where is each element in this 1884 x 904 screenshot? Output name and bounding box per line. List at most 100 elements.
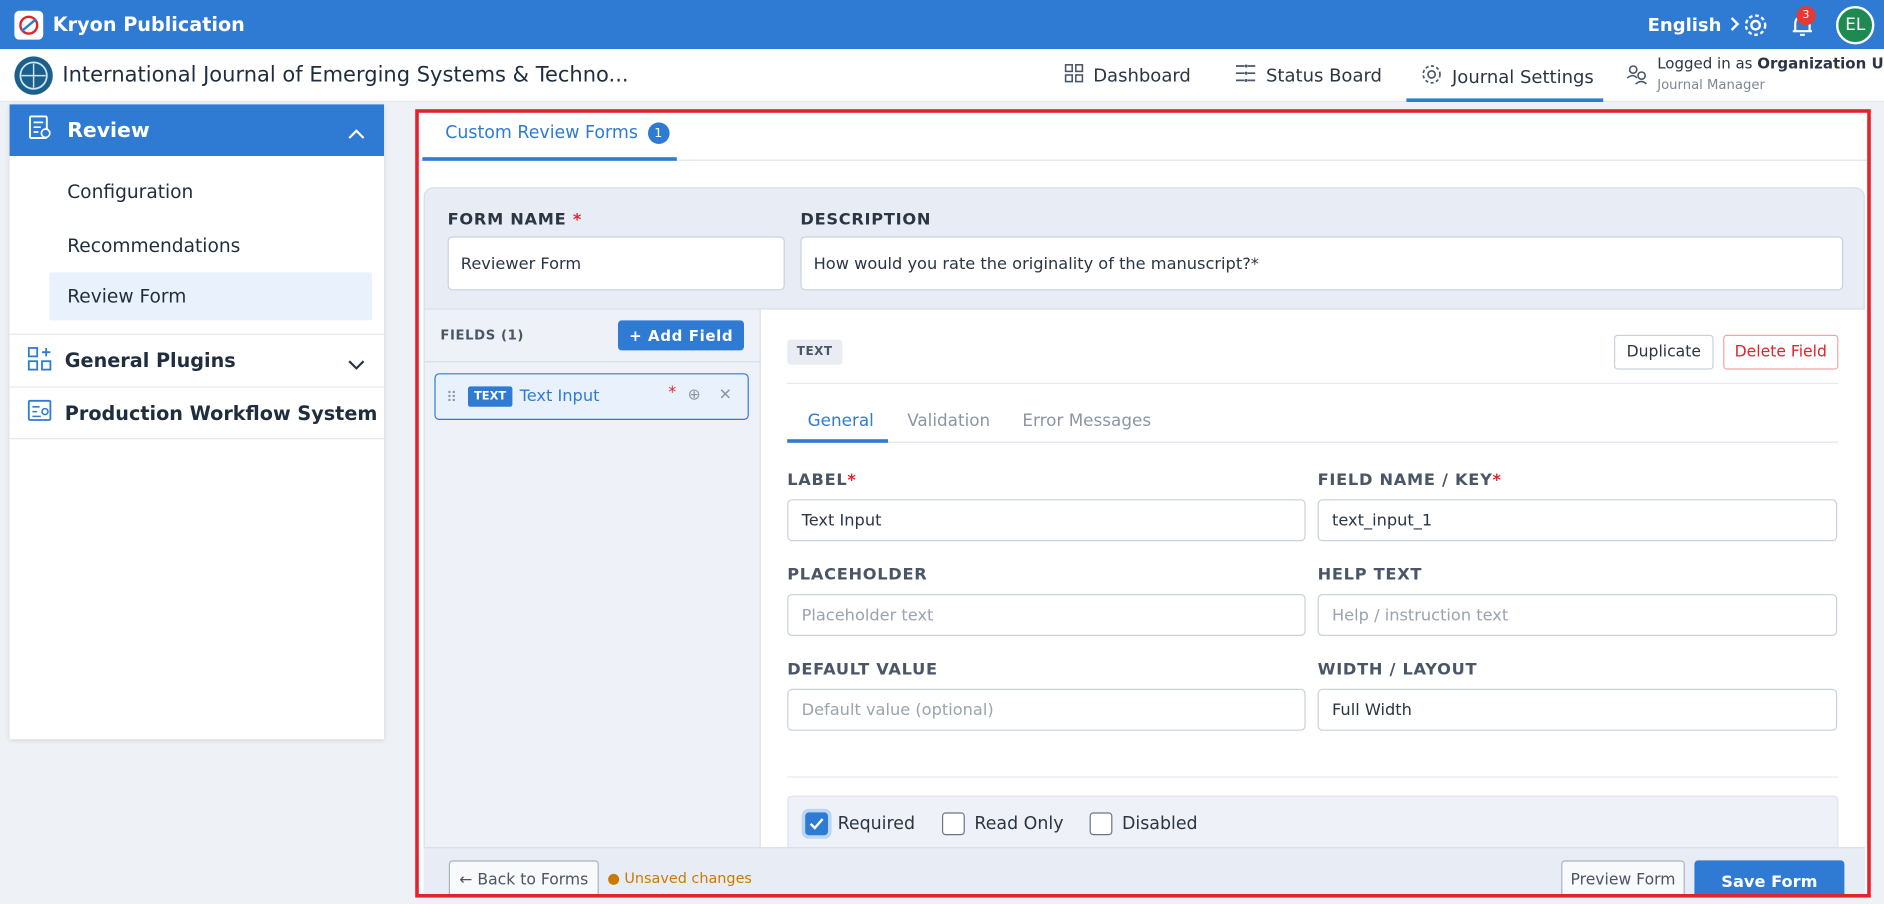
nav-journal-settings-label: Journal Settings (1452, 66, 1594, 88)
default-value-input[interactable]: Default value (optional) (787, 688, 1306, 731)
sidebar-item-configuration[interactable]: Configuration (10, 164, 384, 218)
sidebar-section-review[interactable]: Review (9, 104, 384, 156)
add-field-button[interactable]: + Add Field (618, 320, 744, 351)
user-role: Journal Manager (1657, 76, 1765, 93)
required-asterisk: * (668, 384, 677, 403)
required-label: Required (837, 814, 916, 834)
checkbox-icon (1089, 812, 1113, 836)
nav-journal-settings[interactable]: Journal Settings (1406, 64, 1604, 102)
fields-count-label: FIELDS (1) (440, 327, 525, 344)
sidebar-group-label: General Plugins (64, 349, 236, 372)
divider (787, 382, 1839, 384)
review-form-icon (26, 114, 52, 146)
nav-dashboard-label: Dashboard (1093, 64, 1191, 87)
read-only-checkbox[interactable]: Read Only (942, 812, 1064, 836)
form-name-input[interactable]: Reviewer Form (447, 236, 785, 291)
help-text-input[interactable]: Help / instruction text (1317, 594, 1838, 636)
nav-dashboard[interactable]: Dashboard (1064, 64, 1191, 88)
default-value-field-label: DEFAULT VALUE (787, 660, 938, 680)
chevron-right-icon (1729, 14, 1740, 36)
tab-count-badge: 1 (647, 122, 670, 144)
key-field-label: FIELD NAME / KEY* (1317, 470, 1502, 490)
journal-title: International Journal of Emerging System… (62, 63, 629, 88)
settings-gear-icon[interactable] (1742, 12, 1768, 38)
help-text-field-label: HELP TEXT (1317, 565, 1423, 585)
form-card: FORM NAME * Reviewer Form DESCRIPTION Ho… (423, 187, 1865, 895)
subtab-divider (787, 441, 1839, 443)
form-name-label: FORM NAME * (447, 210, 583, 230)
label-input[interactable]: Text Input (787, 499, 1306, 542)
preview-form-button[interactable]: Preview Form (1561, 860, 1685, 895)
nav-status-board-label: Status Board (1266, 64, 1382, 87)
gear-icon (1421, 64, 1443, 90)
language-label: English (1647, 14, 1722, 36)
subtab-error-messages[interactable]: Error Messages (1022, 412, 1151, 431)
label-field-label: LABEL* (787, 470, 857, 490)
avatar[interactable]: EL (1836, 6, 1875, 45)
checkbox-icon (942, 812, 965, 836)
nav-status-board[interactable]: Status Board (1235, 64, 1382, 88)
field-type-chip: TEXT (787, 339, 843, 365)
workflow-icon (26, 397, 52, 428)
field-type-tag: TEXT (468, 386, 513, 407)
tab-custom-review-forms[interactable]: Custom Review Forms 1 (445, 122, 670, 144)
sidebar-group-label: Production Workflow System (64, 401, 378, 425)
placeholder-field-label: PLACEHOLDER (787, 565, 928, 585)
read-only-label: Read Only (974, 814, 1064, 834)
drag-handle-icon[interactable]: ⠿ (446, 389, 457, 406)
status-board-icon (1235, 64, 1257, 88)
width-layout-field-label: WIDTH / LAYOUT (1317, 660, 1478, 680)
notification-badge: 3 (1796, 6, 1816, 26)
fields-pane: FIELDS (1) + Add Field ⠿ TEXT Text Input… (424, 308, 761, 851)
sidebar-group-production-workflow[interactable]: Production Workflow System (9, 386, 384, 440)
description-label: DESCRIPTION (800, 210, 932, 230)
form-footer: ← Back to Forms ● Unsaved changes Previe… (423, 847, 1865, 895)
grid-icon (1064, 64, 1084, 88)
fields-header: FIELDS (1) + Add Field (424, 310, 760, 363)
description-input[interactable]: How would you rate the originality of th… (800, 236, 1844, 291)
review-form-builder: Custom Review Forms 1 FORM NAME * Review… (415, 109, 1871, 898)
sidebar-group-general-plugins[interactable]: General Plugins (9, 333, 384, 387)
chevron-down-icon[interactable] (348, 353, 365, 376)
app-title: Kryon Publication (52, 13, 245, 36)
logged-in-user: Organization User (1757, 54, 1884, 72)
sidebar-item-recommendations[interactable]: Recommendations (10, 218, 384, 272)
close-icon[interactable]: ✕ (719, 386, 732, 404)
duplicate-button[interactable]: Duplicate (1614, 334, 1714, 370)
sidebar-section-label: Review (67, 118, 150, 143)
field-key-input[interactable]: text_input_1 (1317, 499, 1838, 542)
tab-label: Custom Review Forms (445, 123, 638, 143)
field-editor: TEXT Duplicate Delete Field General Vali… (760, 308, 1865, 856)
sidebar-item-review-form[interactable]: Review Form (49, 272, 372, 321)
active-subtab-indicator (787, 439, 889, 443)
disabled-label: Disabled (1122, 814, 1198, 834)
delete-field-button[interactable]: Delete Field (1723, 334, 1839, 370)
save-form-button[interactable]: Save Form (1694, 860, 1845, 895)
tab-bar: Custom Review Forms 1 (418, 113, 1868, 161)
active-tab-indicator (422, 157, 677, 161)
disabled-checkbox[interactable]: Disabled (1089, 812, 1198, 836)
users-icon (1626, 64, 1648, 93)
field-list-item[interactable]: ⠿ TEXT Text Input * ⊕ ✕ (434, 373, 749, 421)
placeholder-input[interactable]: Placeholder text (787, 594, 1306, 636)
checkbox-checked-icon (805, 812, 829, 836)
subtab-general[interactable]: General (808, 412, 874, 431)
copy-field-icon[interactable]: ⊕ (688, 386, 701, 404)
language-selector[interactable]: English (1648, 14, 1740, 36)
journal-header: International Journal of Emerging System… (0, 49, 1884, 103)
chevron-up-icon[interactable] (348, 121, 365, 145)
back-to-forms-button[interactable]: ← Back to Forms (448, 860, 599, 895)
app-logo-icon[interactable] (14, 10, 44, 40)
plugins-icon (26, 345, 52, 376)
top-bar: Kryon Publication English 3 EL (0, 0, 1884, 50)
divider (787, 776, 1839, 778)
subtab-validation[interactable]: Validation (907, 412, 990, 431)
logged-in-info: Logged in as Organization User Journal M… (1626, 54, 1884, 92)
journal-logo-icon (14, 56, 53, 95)
logged-in-prefix: Logged in as (1657, 54, 1753, 72)
unsaved-changes-indicator: ● Unsaved changes (607, 870, 752, 887)
settings-sidebar: Review Configuration Recommendations Rev… (9, 104, 384, 740)
width-layout-select[interactable]: Full Width (1317, 688, 1838, 731)
required-checkbox[interactable]: Required (805, 812, 916, 836)
field-item-label: Text Input (519, 386, 600, 406)
